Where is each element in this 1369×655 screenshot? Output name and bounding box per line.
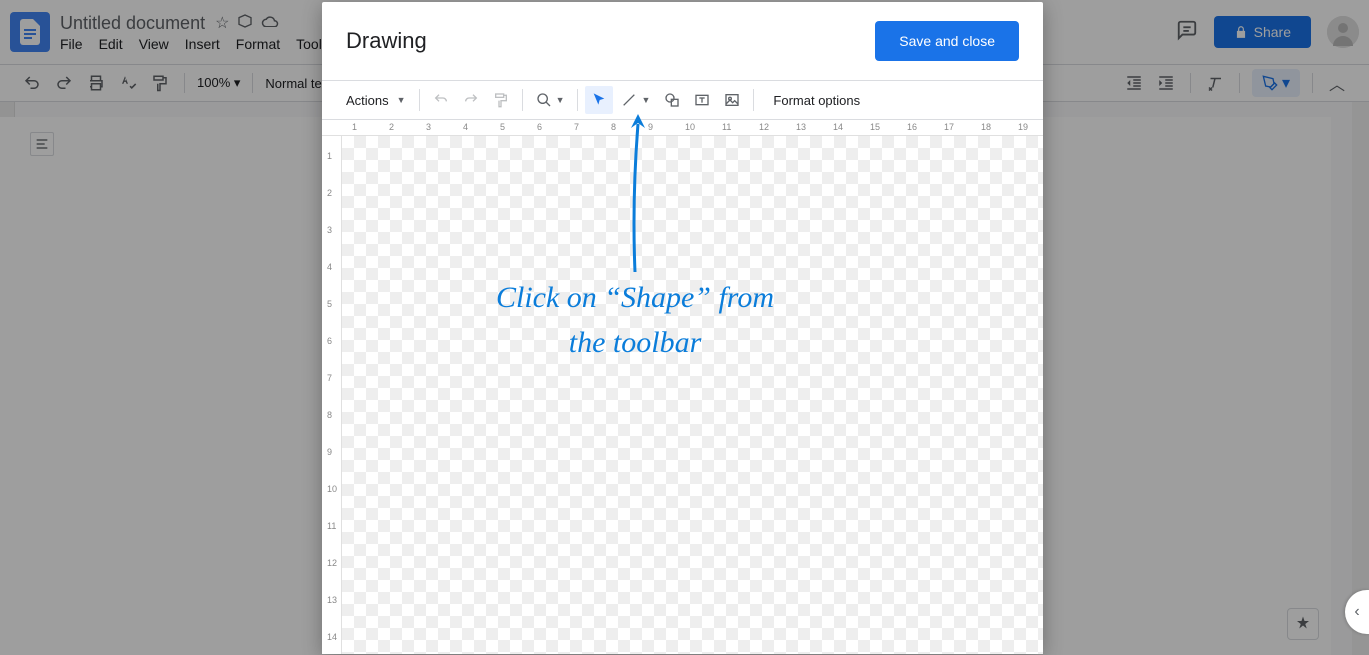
select-tool[interactable] (585, 86, 613, 114)
horizontal-ruler: 12345678910111213141516171819 (322, 120, 1043, 136)
paint-format-button[interactable] (487, 86, 515, 114)
redo-button[interactable] (457, 86, 485, 114)
format-options-button[interactable]: Format options (761, 86, 872, 114)
actions-menu[interactable]: Actions▼ (334, 86, 412, 114)
zoom-button[interactable]: ▼ (530, 86, 571, 114)
textbox-tool[interactable] (688, 86, 716, 114)
shape-tool[interactable] (658, 86, 686, 114)
dialog-title: Drawing (346, 28, 427, 54)
undo-button[interactable] (427, 86, 455, 114)
save-and-close-button[interactable]: Save and close (875, 21, 1019, 61)
image-tool[interactable] (718, 86, 746, 114)
drawing-canvas[interactable] (342, 136, 1043, 654)
vertical-ruler: 1234567891011121314 (322, 136, 342, 654)
line-tool[interactable]: ▼ (615, 86, 656, 114)
drawing-toolbar: Actions▼ ▼ ▼ Format options (322, 80, 1043, 120)
drawing-dialog: Drawing Save and close Actions▼ ▼ ▼ Form… (322, 2, 1043, 654)
canvas-area: 12345678910111213141516171819 1234567891… (322, 120, 1043, 654)
